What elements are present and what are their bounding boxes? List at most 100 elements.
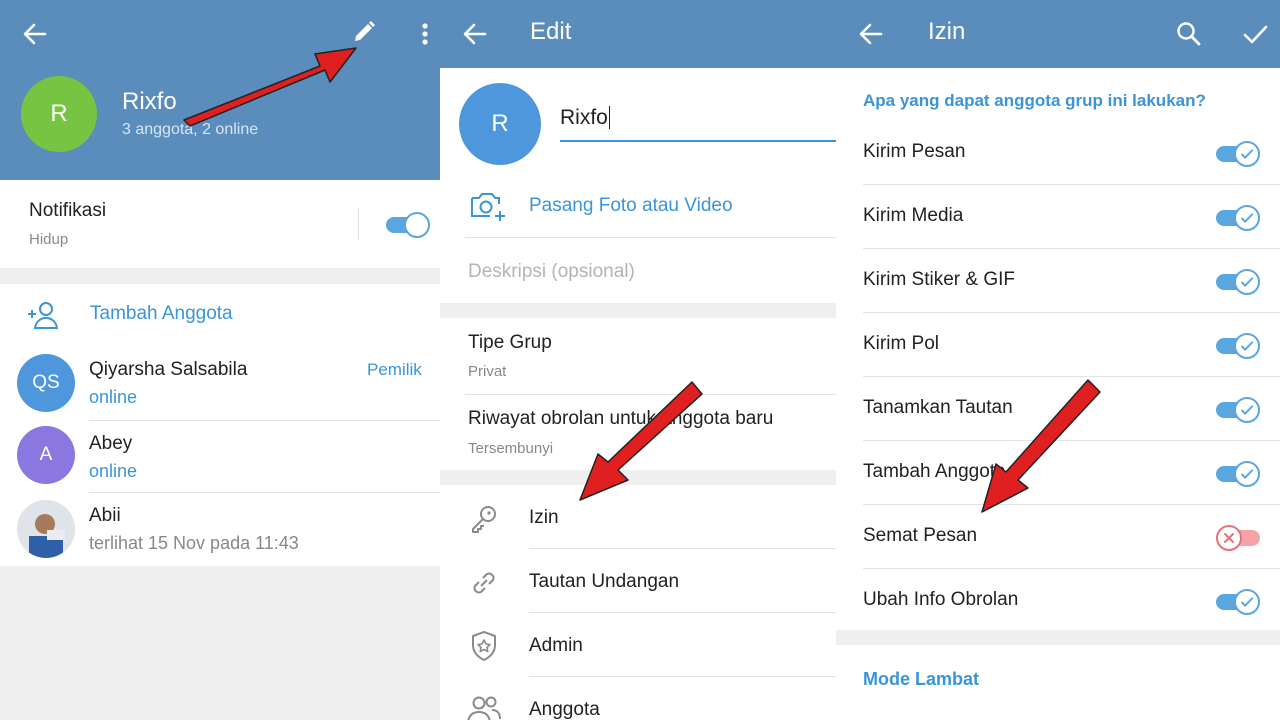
add-person-icon bbox=[26, 300, 62, 330]
member-avatar: A bbox=[17, 426, 75, 484]
check-icon bbox=[1234, 141, 1260, 167]
divider bbox=[89, 492, 440, 493]
menu-item-permissions[interactable]: Izin bbox=[440, 486, 836, 548]
input-underline bbox=[560, 140, 836, 142]
member-name: Abii bbox=[89, 505, 121, 526]
key-icon bbox=[468, 503, 500, 535]
page-title: Izin bbox=[928, 18, 966, 45]
check-icon bbox=[1234, 461, 1260, 487]
menu-item-label: Anggota bbox=[529, 699, 600, 720]
divider bbox=[358, 208, 359, 240]
close-icon bbox=[1216, 525, 1242, 551]
link-icon bbox=[468, 567, 500, 599]
permission-row[interactable]: Kirim Pol bbox=[836, 313, 1280, 377]
check-icon bbox=[1234, 589, 1260, 615]
member-role-badge: Pemilik bbox=[367, 360, 422, 379]
permissions-header: Izin bbox=[836, 0, 1280, 68]
notification-toggle[interactable] bbox=[386, 210, 430, 238]
divider bbox=[529, 612, 836, 613]
menu-item-invite-link[interactable]: Tautan Undangan bbox=[440, 550, 836, 612]
back-arrow-icon[interactable] bbox=[457, 16, 493, 52]
more-vert-icon[interactable] bbox=[407, 16, 440, 52]
checkmark-icon[interactable] bbox=[1237, 16, 1273, 52]
member-status: online bbox=[89, 387, 138, 407]
permission-label: Ubah Info Obrolan bbox=[863, 589, 1019, 610]
permission-label: Kirim Media bbox=[863, 205, 964, 226]
permission-toggle-on[interactable] bbox=[1216, 459, 1260, 487]
member-status: terlihat 15 Nov pada 11:43 bbox=[89, 533, 299, 553]
group-avatar[interactable]: R bbox=[459, 83, 541, 165]
check-icon bbox=[1234, 397, 1260, 423]
member-row[interactable]: Abii terlihat 15 Nov pada 11:43 bbox=[0, 498, 440, 568]
group-type-label: Tipe Grup bbox=[468, 332, 552, 353]
menu-item-admin[interactable]: Admin bbox=[440, 614, 836, 676]
shield-star-icon bbox=[468, 629, 500, 663]
divider bbox=[465, 237, 836, 238]
permission-toggle-off[interactable] bbox=[1216, 523, 1260, 551]
divider bbox=[529, 676, 836, 677]
group-name-input[interactable]: Rixfo bbox=[560, 106, 610, 130]
divider bbox=[529, 548, 836, 549]
notification-label: Notifikasi bbox=[29, 200, 107, 221]
section-separator bbox=[836, 630, 1280, 645]
permission-label: Tambah Anggota bbox=[863, 461, 1006, 482]
check-icon bbox=[1234, 269, 1260, 295]
member-row[interactable]: QS Qiyarsha Salsabila online Pemilik bbox=[0, 352, 440, 422]
section-title: Apa yang dapat anggota grup ini lakukan? bbox=[863, 91, 1206, 110]
menu-item-label: Tautan Undangan bbox=[529, 571, 680, 592]
back-arrow-icon[interactable] bbox=[853, 16, 889, 52]
permission-row[interactable]: Kirim Pesan bbox=[836, 121, 1280, 185]
permissions-panel: Izin Apa yang dapat anggota grup ini lak… bbox=[836, 0, 1280, 720]
member-name: Abey bbox=[89, 433, 133, 454]
permission-toggle-on[interactable] bbox=[1216, 203, 1260, 231]
check-icon bbox=[1234, 205, 1260, 231]
chat-history-value: Tersembunyi bbox=[468, 440, 554, 457]
slow-mode-title[interactable]: Mode Lambat bbox=[863, 669, 979, 690]
member-photo-avatar bbox=[17, 500, 75, 558]
group-type-row[interactable]: Tipe Grup Privat bbox=[440, 318, 836, 392]
group-status: 3 anggota, 2 online bbox=[122, 121, 259, 138]
notification-value: Hidup bbox=[29, 231, 69, 248]
people-icon bbox=[466, 694, 502, 720]
chat-history-row[interactable]: Riwayat obrolan untuk anggota baru Terse… bbox=[440, 396, 836, 468]
menu-item-label: Admin bbox=[529, 635, 583, 656]
chat-history-label: Riwayat obrolan untuk anggota baru bbox=[468, 408, 774, 429]
permission-row[interactable]: Semat Pesan bbox=[836, 505, 1280, 569]
permission-label: Tanamkan Tautan bbox=[863, 397, 1013, 418]
permission-toggle-on[interactable] bbox=[1216, 139, 1260, 167]
search-icon[interactable] bbox=[1171, 16, 1207, 52]
section-separator bbox=[440, 303, 836, 318]
permission-row[interactable]: Tanamkan Tautan bbox=[836, 377, 1280, 441]
group-name: Rixfo bbox=[122, 88, 177, 115]
member-row[interactable]: A Abey online bbox=[0, 426, 440, 496]
check-icon bbox=[1234, 333, 1260, 359]
permission-toggle-on[interactable] bbox=[1216, 587, 1260, 615]
pencil-edit-icon[interactable] bbox=[346, 16, 382, 52]
set-photo-button[interactable]: Pasang Foto atau Video bbox=[529, 195, 733, 217]
permission-toggle-on[interactable] bbox=[1216, 267, 1260, 295]
member-status: online bbox=[89, 461, 138, 481]
member-avatar: QS bbox=[17, 354, 75, 412]
menu-item-members[interactable]: Anggota bbox=[440, 678, 836, 720]
back-arrow-icon[interactable] bbox=[17, 16, 53, 52]
notification-row[interactable]: Notifikasi Hidup bbox=[0, 180, 440, 268]
member-name: Qiyarsha Salsabila bbox=[89, 359, 248, 380]
permission-row[interactable]: Kirim Stiker & GIF bbox=[836, 249, 1280, 313]
group-avatar[interactable]: R bbox=[21, 76, 97, 152]
divider bbox=[465, 394, 836, 395]
divider bbox=[89, 420, 440, 421]
permission-row[interactable]: Ubah Info Obrolan bbox=[836, 569, 1280, 633]
members-section: Tambah Anggota QS Qiyarsha Salsabila onl… bbox=[0, 284, 440, 566]
permission-toggle-on[interactable] bbox=[1216, 395, 1260, 423]
camera-add-icon bbox=[468, 188, 508, 224]
edit-header: Edit bbox=[440, 0, 836, 68]
permission-row[interactable]: Kirim Media bbox=[836, 185, 1280, 249]
page-title: Edit bbox=[530, 18, 572, 45]
description-input[interactable]: Deskripsi (opsional) bbox=[468, 261, 635, 283]
permission-row[interactable]: Tambah Anggota bbox=[836, 441, 1280, 505]
permission-toggle-on[interactable] bbox=[1216, 331, 1260, 359]
menu-item-label: Izin bbox=[529, 507, 559, 528]
permission-label: Kirim Pesan bbox=[863, 141, 966, 162]
add-member-button[interactable]: Tambah Anggota bbox=[90, 303, 233, 325]
group-name-value: Rixfo bbox=[560, 106, 608, 129]
